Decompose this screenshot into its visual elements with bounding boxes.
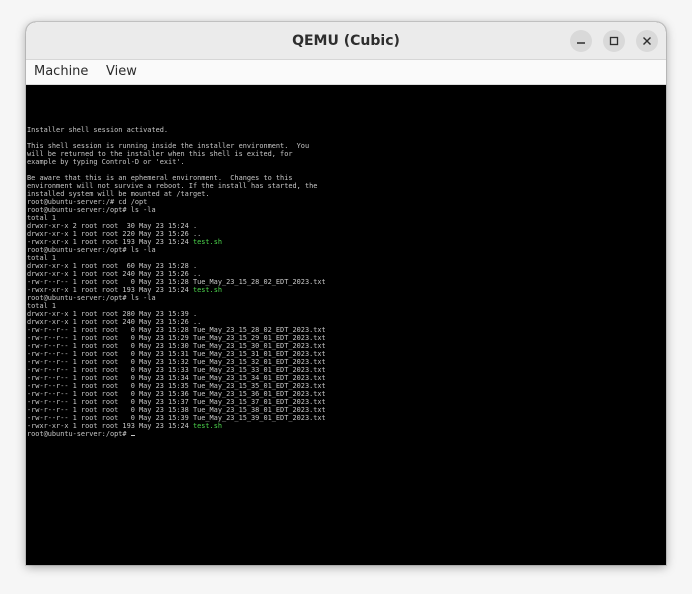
terminal-line: -rw-r--r-- 1 root root 0 May 23 15:32 Tu… (27, 358, 326, 366)
menu-bar: Machine View (26, 60, 666, 85)
terminal-line: Installer shell session activated. (27, 126, 169, 134)
minimize-button[interactable] (570, 30, 592, 52)
terminal-line: will be returned to the installer when t… (27, 150, 293, 158)
terminal-line: -rwxr-xr-x 1 root root 193 May 23 15:24 … (27, 238, 222, 246)
terminal-line: drwxr-xr-x 1 root root 60 May 23 15:28 . (27, 262, 198, 270)
terminal-line: drwxr-xr-x 1 root root 240 May 23 15:26 … (27, 270, 202, 278)
close-button[interactable] (636, 30, 658, 52)
terminal-line: root@ubuntu-server:/opt# ls -la (27, 294, 156, 302)
terminal-line: -rw-r--r-- 1 root root 0 May 23 15:39 Tu… (27, 414, 326, 422)
terminal-line: -rw-r--r-- 1 root root 0 May 23 15:37 Tu… (27, 398, 326, 406)
terminal-line: -rw-r--r-- 1 root root 0 May 23 15:28 Tu… (27, 326, 326, 334)
terminal-line: root@ubuntu-server:/opt# ls -la (27, 246, 156, 254)
menu-view[interactable]: View (106, 60, 137, 84)
terminal-line: root@ubuntu-server:/opt# ls -la (27, 206, 156, 214)
vm-display[interactable]: Installer shell session activated. This s… (26, 85, 666, 565)
title-bar[interactable]: QEMU (Cubic) (26, 22, 666, 60)
terminal-line: -rw-r--r-- 1 root root 0 May 23 15:28 Tu… (27, 278, 326, 286)
terminal-line: drwxr-xr-x 1 root root 280 May 23 15:39 … (27, 310, 198, 318)
qemu-window: QEMU (Cubic) Machine View Installer shel… (26, 22, 666, 565)
terminal-line: drwxr-xr-x 1 root root 240 May 23 15:26 … (27, 318, 202, 326)
terminal-line: drwxr-xr-x 2 root root 30 May 23 15:24 . (27, 222, 198, 230)
minimize-icon (577, 42, 585, 44)
maximize-button[interactable] (603, 30, 625, 52)
terminal-line: example by typing Control-D or 'exit'. (27, 158, 185, 166)
terminal-line: -rwxr-xr-x 1 root root 193 May 23 15:24 … (27, 422, 222, 430)
terminal-line: -rw-r--r-- 1 root root 0 May 23 15:33 Tu… (27, 366, 326, 374)
terminal-line: drwxr-xr-x 1 root root 220 May 23 15:26 … (27, 230, 202, 238)
terminal-line: environment will not survive a reboot. I… (27, 182, 318, 190)
terminal-line: total 1 (27, 214, 57, 222)
terminal-cursor (130, 435, 135, 436)
terminal-line: total 1 (27, 254, 57, 262)
terminal-line: Be aware that this is an ephemeral envir… (27, 174, 293, 182)
terminal-line: -rw-r--r-- 1 root root 0 May 23 15:36 Tu… (27, 390, 326, 398)
close-icon (643, 37, 651, 45)
terminal-output: Installer shell session activated. This s… (27, 126, 326, 438)
menu-machine[interactable]: Machine (34, 60, 88, 84)
terminal-line: root@ubuntu-server:/opt# (27, 430, 326, 438)
terminal-line: -rw-r--r-- 1 root root 0 May 23 15:29 Tu… (27, 334, 326, 342)
terminal-line: -rw-r--r-- 1 root root 0 May 23 15:30 Tu… (27, 342, 326, 350)
terminal-line: -rw-r--r-- 1 root root 0 May 23 15:35 Tu… (27, 382, 326, 390)
terminal-line: total 1 (27, 302, 57, 310)
maximize-icon (609, 36, 619, 46)
terminal-line: -rw-r--r-- 1 root root 0 May 23 15:34 Tu… (27, 374, 326, 382)
terminal-line: -rw-r--r-- 1 root root 0 May 23 15:31 Tu… (27, 350, 326, 358)
terminal-line: This shell session is running inside the… (27, 142, 310, 150)
terminal-line: -rw-r--r-- 1 root root 0 May 23 15:38 Tu… (27, 406, 326, 414)
terminal-line: -rwxr-xr-x 1 root root 193 May 23 15:24 … (27, 286, 222, 294)
terminal-line: installed system will be mounted at /tar… (27, 190, 210, 198)
terminal-line: root@ubuntu-server:/# cd /opt (27, 198, 148, 206)
